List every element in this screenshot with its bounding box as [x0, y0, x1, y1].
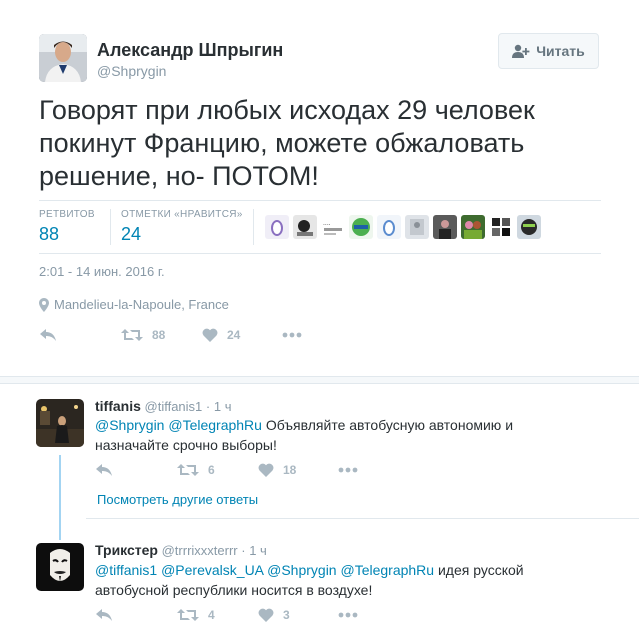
reply-text: @tiffanis1 @Perevalsk_UA @Shprygin @Tele…	[95, 560, 565, 600]
more-button[interactable]	[338, 467, 358, 473]
reply-time[interactable]: 1 ч	[214, 399, 232, 414]
liker-avatar[interactable]	[517, 215, 541, 239]
heart-icon	[258, 463, 274, 477]
likes-stat[interactable]: ОТМЕТКИ «НРАВИТСЯ» 24	[121, 209, 243, 245]
reply-author-handle[interactable]: @tiffanis1	[145, 399, 203, 414]
likes-count: 24	[121, 224, 142, 244]
reply-actions: 6 18	[95, 463, 358, 477]
reply-icon	[96, 464, 112, 476]
liker-avatar[interactable]	[377, 215, 401, 239]
heart-icon	[202, 328, 218, 342]
reply-icon	[96, 609, 112, 621]
reply-button[interactable]	[95, 463, 177, 477]
reply-header: Трикстер @trrrixxxterrr · 1 ч	[95, 542, 267, 558]
like-count: 24	[227, 328, 241, 342]
reply-button[interactable]	[39, 328, 121, 342]
retweets-stat[interactable]: РЕТВИТОВ 88	[39, 209, 95, 245]
likes-label: ОТМЕТКИ «НРАВИТСЯ»	[121, 209, 243, 220]
retweet-button[interactable]: 6	[177, 463, 258, 477]
tweet-timestamp[interactable]: 2:01 - 14 июн. 2016 г.	[39, 264, 165, 279]
follow-button[interactable]: Читать	[498, 33, 599, 69]
section-divider	[0, 376, 639, 384]
author-handle[interactable]: @Shprygin	[97, 63, 166, 79]
more-button[interactable]	[338, 612, 358, 618]
follow-label: Читать	[536, 43, 585, 59]
liker-avatar[interactable]	[489, 215, 513, 239]
more-dots-icon	[282, 332, 302, 338]
svg-text:....: ....	[323, 220, 331, 227]
author-name[interactable]: Александр Шпрыгин	[97, 40, 283, 61]
retweets-count: 88	[39, 224, 60, 244]
author-avatar[interactable]	[39, 34, 87, 82]
reply-author-name[interactable]: Трикстер	[95, 542, 158, 558]
reply-tweet[interactable]: Трикстер @trrrixxxterrr · 1 ч @tiffanis1…	[0, 519, 639, 631]
reply-header: tiffanis @tiffanis1 · 1 ч	[95, 398, 232, 414]
main-tweet: Александр Шпрыгин @Shprygin Читать Говор…	[0, 0, 639, 376]
reply-avatar[interactable]	[36, 399, 84, 447]
add-user-icon	[512, 44, 530, 58]
heart-icon	[258, 608, 274, 622]
retweet-count: 4	[208, 608, 215, 622]
liker-avatar[interactable]	[433, 215, 457, 239]
more-button[interactable]	[282, 332, 302, 338]
reply-button[interactable]	[95, 608, 177, 622]
likers-avatars: ....	[265, 215, 541, 239]
like-count: 18	[283, 463, 297, 477]
tweet-text: Говорят при любых исходах 29 человек пок…	[39, 95, 535, 191]
retweet-icon	[121, 329, 143, 341]
tweet-stats: РЕТВИТОВ 88 ОТМЕТКИ «НРАВИТСЯ» 24 ....	[39, 200, 601, 254]
liker-avatar[interactable]	[461, 215, 485, 239]
liker-avatar[interactable]: ....	[321, 215, 345, 239]
retweet-icon	[177, 464, 199, 476]
reply-actions: 4 3	[95, 608, 358, 622]
reply-icon	[40, 329, 56, 341]
like-button[interactable]: 18	[258, 463, 338, 477]
show-more-replies-link[interactable]: Посмотреть другие ответы	[97, 492, 258, 507]
location-pin-icon	[39, 297, 49, 312]
liker-avatar[interactable]	[349, 215, 373, 239]
liker-avatar[interactable]	[405, 215, 429, 239]
like-button[interactable]: 3	[258, 608, 338, 622]
like-count: 3	[283, 608, 290, 622]
retweets-label: РЕТВИТОВ	[39, 209, 95, 220]
location-label: Mandelieu-la-Napoule, France	[54, 297, 229, 312]
reply-separator: ·	[205, 399, 211, 414]
liker-avatar[interactable]	[293, 215, 317, 239]
liker-avatar[interactable]	[265, 215, 289, 239]
reply-time[interactable]: 1 ч	[249, 543, 267, 558]
reply-tweet[interactable]: tiffanis @tiffanis1 · 1 ч @Shprygin @Tel…	[0, 384, 639, 518]
retweet-count: 6	[208, 463, 215, 477]
tweet-location[interactable]: Mandelieu-la-Napoule, France	[39, 297, 229, 312]
retweet-button[interactable]: 88	[121, 328, 202, 342]
stat-divider	[110, 209, 111, 245]
like-button[interactable]: 24	[202, 328, 282, 342]
retweet-button[interactable]: 4	[177, 608, 258, 622]
stat-divider	[253, 209, 254, 245]
reply-text: @Shprygin @TelegraphRu Объявляйте автобу…	[95, 415, 565, 455]
reply-avatar[interactable]	[36, 543, 84, 591]
reply-separator: ·	[241, 543, 246, 558]
reply-author-name[interactable]: tiffanis	[95, 398, 141, 414]
retweet-count: 88	[152, 328, 166, 342]
more-dots-icon	[338, 612, 358, 618]
reply-author-handle[interactable]: @trrrixxxterrr	[162, 543, 238, 558]
retweet-icon	[177, 609, 199, 621]
reply-mentions[interactable]: @tiffanis1 @Perevalsk_UA @Shprygin @Tele…	[95, 562, 434, 578]
tweet-actions: 88 24	[39, 325, 302, 345]
reply-mentions[interactable]: @Shprygin @TelegraphRu	[95, 417, 262, 433]
more-dots-icon	[338, 467, 358, 473]
